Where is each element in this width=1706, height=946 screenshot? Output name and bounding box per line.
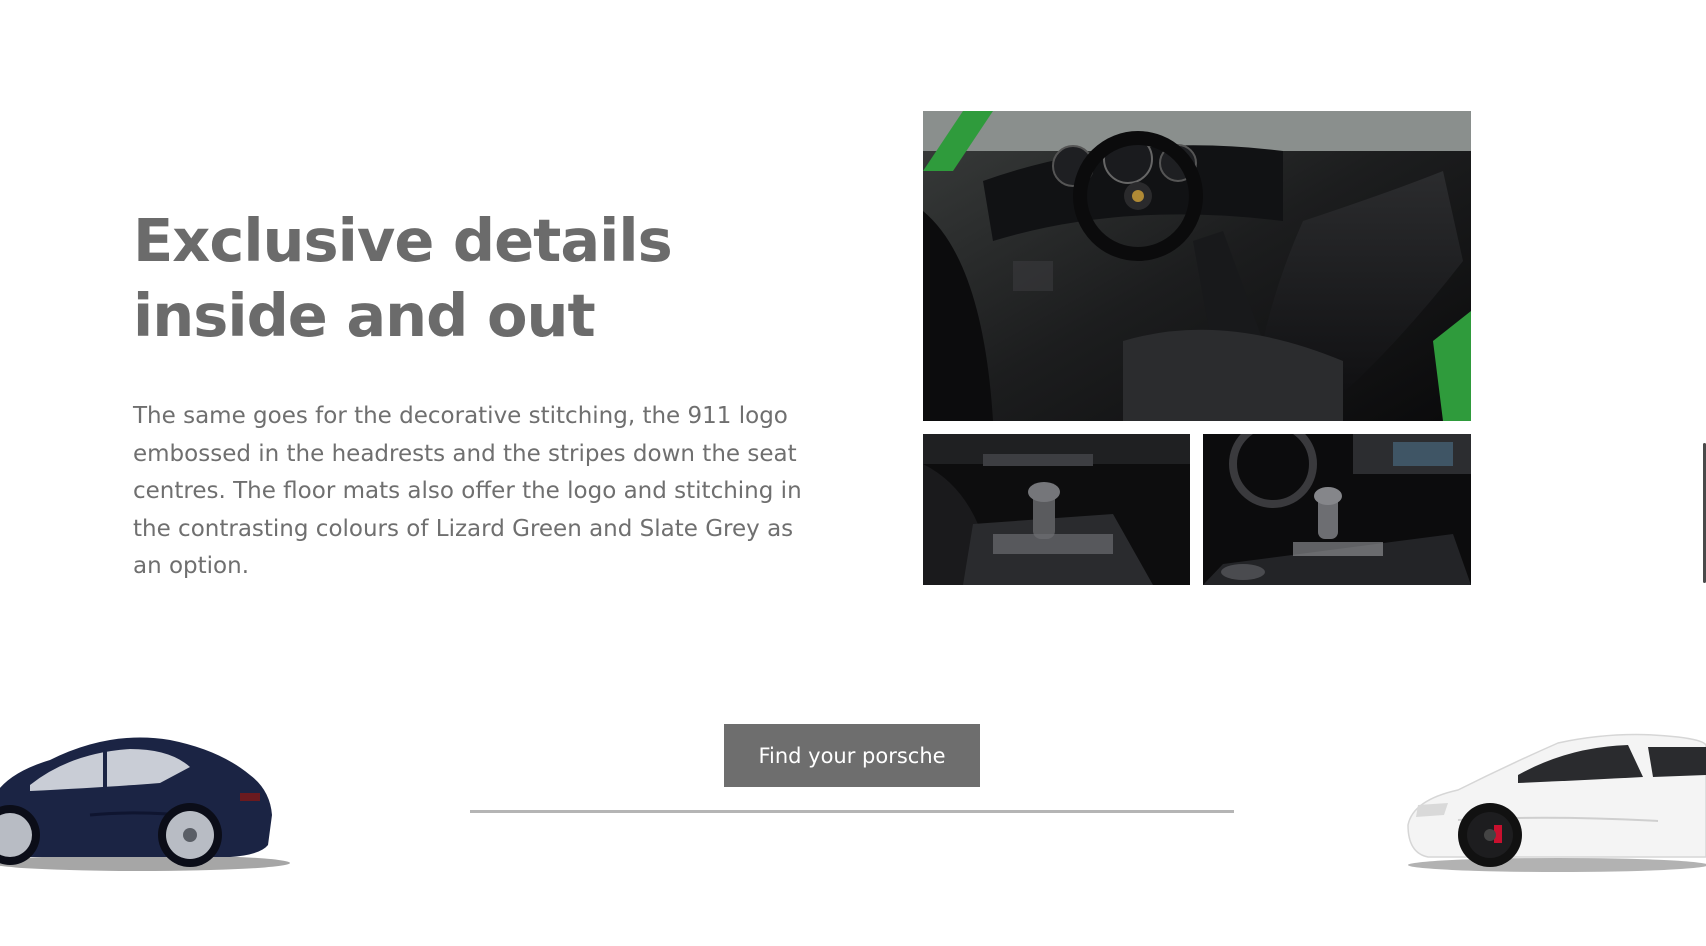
- description-line: embossed in the headrests and the stripe…: [133, 440, 797, 467]
- heading-line-2: inside and out: [133, 281, 596, 350]
- page: Exclusive details inside and out The sam…: [0, 0, 1706, 946]
- gear-selector-pdk-photo: [1203, 434, 1471, 585]
- divider: [470, 810, 1234, 813]
- section-heading: Exclusive details inside and out: [133, 203, 773, 353]
- description-line: an option.: [133, 553, 250, 579]
- description-line: The same goes for the decorative stitchi…: [133, 403, 788, 429]
- interior-cockpit-photo: [923, 111, 1471, 421]
- description-line: the contrasting colours of Lizard Green …: [133, 515, 794, 542]
- section-description: The same goes for the decorative stitchi…: [133, 398, 873, 586]
- description-line: centres. The floor mats also offer the l…: [133, 478, 802, 504]
- dark-blue-car-image: [0, 715, 300, 875]
- find-your-porsche-button[interactable]: Find your porsche: [724, 724, 980, 787]
- gear-shifter-manual-photo: [923, 434, 1190, 585]
- heading-line-1: Exclusive details: [133, 206, 673, 275]
- white-car-image: [1398, 725, 1706, 875]
